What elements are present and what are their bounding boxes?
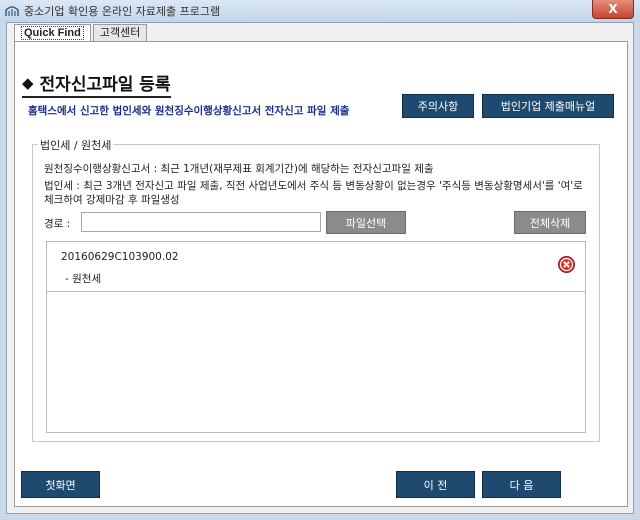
window-close-button[interactable]: X [592,0,634,19]
corporate-description: 법인세 : 최근 3개년 전자신고 파일 제출, 직전 사업년도에서 주식 등 … [44,180,583,206]
tab-quick-find-label: Quick Find [21,26,84,40]
remove-file-icon[interactable] [558,256,575,273]
select-file-button[interactable]: 파일선택 [326,211,406,234]
page-subtitle: 홈택스에서 신고한 법인세와 원천징수이행상황신고서 전자신고 파일 제출 [28,105,350,117]
prev-button[interactable]: 이 전 [396,471,475,498]
next-button[interactable]: 다 음 [482,471,561,498]
window-title: 중소기업 확인용 온라인 자료제출 프로그램 [24,5,221,18]
page-title: ◆ 전자신고파일 등록 [22,70,171,98]
file-type: - 원천세 [65,273,102,285]
manual-button[interactable]: 법인기업 제출매뉴얼 [482,94,614,118]
notice-button[interactable]: 주의사항 [402,94,474,118]
app-icon [5,4,19,18]
delete-all-button[interactable]: 전체삭제 [514,211,586,234]
withholding-description: 원천징수이행상황신고서 : 최근 1개년(재무제표 회계기간)에 해당하는 전자… [44,163,434,175]
tab-bar: Quick Find 고객센터 [14,24,149,43]
section-title: 법인세 / 원천세 [38,137,114,153]
title-bar: 중소기업 확인용 온라인 자료제출 프로그램 X [0,0,640,22]
diamond-icon: ◆ [22,73,34,92]
list-item[interactable]: 20160629C103900.02 - 원천세 [47,242,585,292]
page-title-text: 전자신고파일 등록 [39,75,171,95]
path-label: 경로 : [44,218,71,230]
file-name: 20160629C103900.02 [61,251,179,263]
home-button[interactable]: 첫화면 [21,471,100,498]
path-input[interactable] [81,212,321,232]
tab-customer-center[interactable]: 고객센터 [92,24,148,42]
file-list: 20160629C103900.02 - 원천세 [46,241,586,433]
